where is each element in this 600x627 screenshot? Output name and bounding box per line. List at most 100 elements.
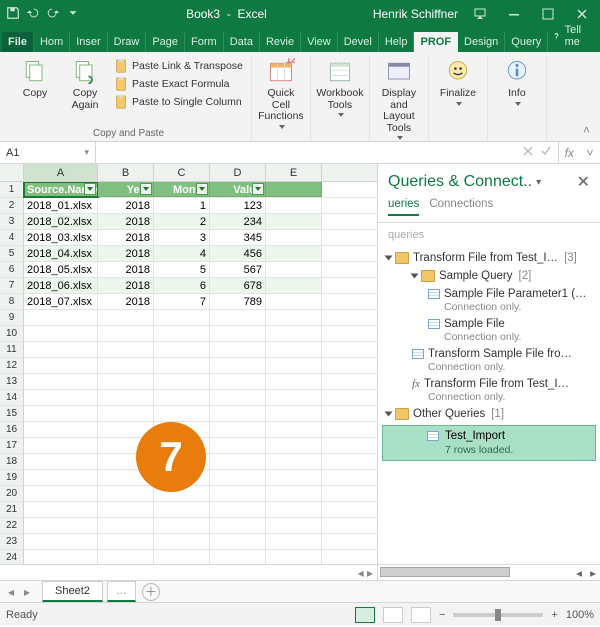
filter-dropdown-icon[interactable]	[252, 183, 264, 195]
table-cell[interactable]	[210, 502, 266, 517]
table-cell[interactable]	[266, 518, 322, 533]
close-pane-icon[interactable]: ✕	[577, 172, 590, 192]
col-header-c[interactable]: C	[154, 164, 210, 181]
row-header[interactable]: 11	[0, 342, 24, 357]
table-cell[interactable]	[98, 518, 154, 533]
table-cell[interactable]: 4	[154, 246, 210, 261]
sheet-nav-last-icon[interactable]: ▸	[20, 585, 34, 599]
tab-view[interactable]: View	[301, 32, 338, 52]
table-cell[interactable]	[98, 326, 154, 341]
row-header[interactable]: 22	[0, 518, 24, 533]
table-cell[interactable]	[210, 374, 266, 389]
row-header[interactable]: 20	[0, 486, 24, 501]
table-cell[interactable]	[266, 486, 322, 501]
display-layout-tools-button[interactable]: Display and Layout Tools	[376, 56, 422, 140]
row-header[interactable]: 12	[0, 358, 24, 373]
table-cell[interactable]	[24, 422, 98, 437]
table-cell[interactable]	[266, 230, 322, 245]
table-cell[interactable]	[266, 454, 322, 469]
table-cell[interactable]	[154, 390, 210, 405]
table-cell[interactable]	[266, 422, 322, 437]
table-cell[interactable]	[266, 198, 322, 213]
minimize-icon[interactable]	[502, 4, 526, 24]
row-header[interactable]: 13	[0, 374, 24, 389]
row-header[interactable]: 7	[0, 278, 24, 293]
table-header-cell[interactable]: Value	[210, 182, 266, 197]
table-cell[interactable]	[154, 310, 210, 325]
zoom-slider[interactable]	[453, 613, 543, 617]
tab-form[interactable]: Form	[185, 32, 224, 52]
table-cell[interactable]	[210, 310, 266, 325]
table-cell[interactable]	[24, 358, 98, 373]
name-box[interactable]: A1▾	[0, 142, 96, 163]
row-header[interactable]: 6	[0, 262, 24, 277]
table-cell[interactable]: 123	[210, 198, 266, 213]
row-header[interactable]: 1	[0, 182, 24, 197]
row-header[interactable]: 9	[0, 310, 24, 325]
table-cell[interactable]	[24, 342, 98, 357]
table-cell[interactable]	[24, 550, 98, 564]
table-cell[interactable]: 2018	[98, 214, 154, 229]
table-cell[interactable]: 2018	[98, 246, 154, 261]
table-cell[interactable]: 7	[154, 294, 210, 309]
table-cell[interactable]	[98, 534, 154, 549]
table-cell[interactable]	[210, 470, 266, 485]
tab-design[interactable]: Design	[458, 32, 505, 52]
query-group-sample[interactable]: Sample Query[2]	[384, 267, 594, 285]
sheet-tab-overflow[interactable]: …	[107, 581, 136, 602]
table-cell[interactable]	[266, 438, 322, 453]
table-cell[interactable]	[210, 454, 266, 469]
table-cell[interactable]: 2018	[98, 230, 154, 245]
table-cell[interactable]	[210, 326, 266, 341]
query-group-other[interactable]: Other Queries[1]	[384, 405, 594, 423]
pane-horizontal-scrollbar[interactable]: ◂▸	[378, 564, 600, 580]
save-icon[interactable]	[6, 6, 20, 23]
row-header[interactable]: 24	[0, 550, 24, 564]
table-cell[interactable]	[210, 422, 266, 437]
view-page-layout-icon[interactable]	[383, 607, 403, 623]
table-cell[interactable]	[266, 342, 322, 357]
table-cell[interactable]	[24, 534, 98, 549]
row-header[interactable]: 18	[0, 454, 24, 469]
table-cell[interactable]	[98, 406, 154, 421]
spreadsheet-grid[interactable]: A B C D E 1Source.NameYearMonthValue2201…	[0, 164, 378, 580]
table-cell[interactable]: 678	[210, 278, 266, 293]
table-cell[interactable]	[154, 550, 210, 564]
table-cell[interactable]: 567	[210, 262, 266, 277]
table-cell[interactable]	[266, 534, 322, 549]
table-cell[interactable]: 789	[210, 294, 266, 309]
filter-dropdown-icon[interactable]	[196, 183, 208, 195]
table-cell[interactable]: 2018_02.xlsx	[24, 214, 98, 229]
table-cell[interactable]	[154, 406, 210, 421]
view-page-break-icon[interactable]	[411, 607, 431, 623]
table-cell[interactable]	[98, 390, 154, 405]
table-cell[interactable]	[210, 438, 266, 453]
table-cell[interactable]	[24, 502, 98, 517]
table-cell[interactable]	[210, 358, 266, 373]
table-cell[interactable]	[210, 518, 266, 533]
table-cell[interactable]	[24, 438, 98, 453]
table-header-cell[interactable]: Month	[154, 182, 210, 197]
table-cell[interactable]	[24, 406, 98, 421]
table-cell[interactable]	[266, 278, 322, 293]
row-header[interactable]: 15	[0, 406, 24, 421]
table-cell[interactable]	[266, 550, 322, 564]
paste-link-transpose-button[interactable]: Paste Link & Transpose	[112, 58, 245, 74]
row-header[interactable]: 17	[0, 438, 24, 453]
table-cell[interactable]	[24, 310, 98, 325]
row-header[interactable]: 19	[0, 470, 24, 485]
finalize-button[interactable]: Finalize	[435, 56, 481, 106]
table-cell[interactable]: 2	[154, 214, 210, 229]
row-header[interactable]: 8	[0, 294, 24, 309]
row-header[interactable]: 23	[0, 534, 24, 549]
table-cell[interactable]	[266, 310, 322, 325]
qat-more-icon[interactable]	[66, 6, 80, 23]
tell-me[interactable]: Tell me	[548, 20, 592, 52]
tab-file[interactable]: File	[2, 32, 34, 52]
table-cell[interactable]: 2018_04.xlsx	[24, 246, 98, 261]
table-cell[interactable]: 2018_01.xlsx	[24, 198, 98, 213]
table-cell[interactable]	[210, 342, 266, 357]
table-header-cell[interactable]: Year	[98, 182, 154, 197]
tab-draw[interactable]: Draw	[108, 32, 147, 52]
table-cell[interactable]	[266, 246, 322, 261]
